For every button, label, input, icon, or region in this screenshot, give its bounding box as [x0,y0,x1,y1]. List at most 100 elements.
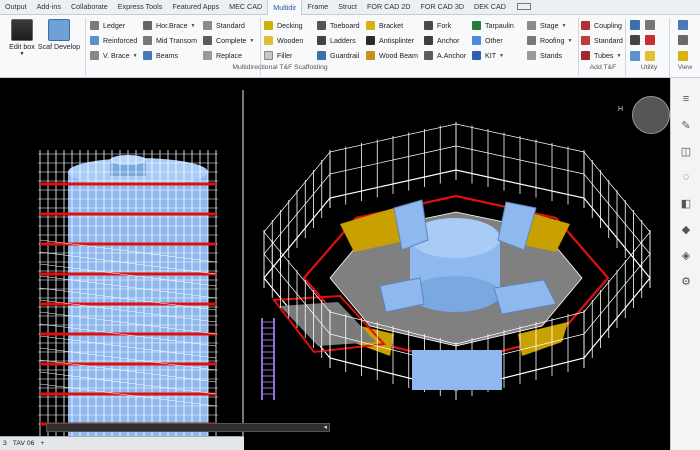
roofing-icon [527,36,536,45]
tab-express-tools[interactable]: Express Tools [113,0,168,14]
move-icon[interactable] [645,20,655,30]
align-icon[interactable] [630,35,640,45]
ribbon-col-decking: Decking Wooden Filler [264,18,303,63]
ledger-button[interactable]: Ledger [90,18,138,33]
settings-icon[interactable]: ⚙ [679,274,693,288]
tab-for-cad-2d[interactable]: FOR CAD 2D [362,0,416,14]
toeboard-button[interactable]: Toeboard [317,18,360,33]
guardrail-button[interactable]: Guardrail [317,48,360,63]
horizontal-scrollbar[interactable]: ◂ [46,423,330,432]
tarpaulin-button[interactable]: Tarpaulin [472,18,514,33]
ribbon-col-fork: Fork Anchor A.Anchor [424,18,466,63]
antisplinter-button[interactable]: Antisplinter [366,33,418,48]
toeboard-icon [317,21,326,30]
standard-icon [203,21,212,30]
beams-button[interactable]: Beams [143,48,197,63]
adjust-icon[interactable]: ≡ [679,92,693,106]
decking-button[interactable]: Decking [264,18,303,33]
tab-mec-cad[interactable]: MEC CAD [224,0,267,14]
kit-button[interactable]: KIT ▼ [472,48,514,63]
beams-icon [143,51,152,60]
tubes-button[interactable]: Tubes ▼ [581,48,623,63]
ribbon-col-coupling: Coupling Standard Tubes ▼ [581,18,623,63]
filler-button[interactable]: Filler [264,48,303,63]
replace-label: Replace [216,51,243,60]
copy-icon[interactable] [630,51,640,61]
tab-add-ins[interactable]: Add-ins [32,0,66,14]
compass-label: H [618,106,624,113]
other-button[interactable]: Other [472,33,514,48]
chevron-down-icon: ▼ [499,52,504,59]
view-cube-icon[interactable] [678,20,688,30]
group-label-add-tf: Add T&F [589,64,617,71]
ribbon-options-icon[interactable] [516,3,531,10]
scaf-develop-icon [48,19,70,41]
fork-button[interactable]: Fork [424,18,466,33]
ribbon-col-horbrace: Hor.Brace ▼ Mid Transom Beams [143,18,197,63]
tab-for-cad-3d[interactable]: FOR CAD 3D [416,0,470,14]
anchor-icon [424,36,433,45]
ledger-label: Ledger [103,21,126,30]
group-separator [85,18,86,76]
viewport-left-3d[interactable] [0,90,242,436]
replace-button[interactable]: Replace [203,48,254,63]
wooden-icon [264,36,273,45]
light-icon[interactable] [678,51,688,61]
window-icon[interactable]: ◫ [679,144,693,158]
a-anchor-button[interactable]: A.Anchor [424,48,466,63]
complete-button[interactable]: Complete ▼ [203,33,254,48]
scaf-develop-button[interactable]: Scaf Develop [36,18,82,51]
wooden-button[interactable]: Wooden [264,33,303,48]
reinforced-icon [90,36,99,45]
delete-icon[interactable] [645,35,655,45]
ribbon-col-standard: Standard Complete ▼ Replace [203,18,254,63]
tarpaulin-label: Tarpaulin [485,21,514,30]
measure-icon[interactable] [645,51,655,61]
tab-featured-apps[interactable]: Featured Apps [167,0,224,14]
pin-icon[interactable]: ◈ [679,248,693,262]
tab-output[interactable]: Output [0,0,32,14]
tubes-icon [581,51,590,60]
mid-transom-button[interactable]: Mid Transom [143,33,197,48]
standard-button[interactable]: Standard [203,18,254,33]
layout-add-icon[interactable]: + [37,440,47,447]
stage-button[interactable]: Stage ▼ [527,18,572,33]
fill-icon[interactable]: ◆ [679,222,693,236]
ribbon-col-tarpaulin: Tarpaulin Other KIT ▼ [472,18,514,63]
viewport-right-3d[interactable] [244,90,670,450]
tab-multidir[interactable]: Multidir [267,0,303,15]
tab-struct[interactable]: Struct [333,0,362,14]
fork-label: Fork [437,21,452,30]
layout-tab-tav06[interactable]: TAV 06 [10,440,38,447]
pen-icon[interactable]: ✎ [679,118,693,132]
viewcube-compass[interactable] [632,96,670,134]
v-brace-button[interactable]: V. Brace ▼ [90,48,138,63]
reinforced-button[interactable]: Reinforced [90,33,138,48]
ladders-button[interactable]: Ladders [317,33,360,48]
chevron-down-icon: ▼ [249,37,255,44]
layout-tab-bar: 3 TAV 06 + [0,436,244,450]
anchor-button[interactable]: Anchor [424,33,466,48]
wood-beam-button[interactable]: Wood Beam [366,48,418,63]
bracket-button[interactable]: Bracket [366,18,418,33]
tab-frame[interactable]: Frame [302,0,333,14]
clip-icon[interactable]: ◌ [679,170,693,184]
mid-transom-label: Mid Transom [156,36,197,45]
scroll-right-arrow-icon[interactable]: ◂ [323,423,327,431]
standard-tf-button[interactable]: Standard [581,33,623,48]
render-icon[interactable] [678,35,688,45]
a-anchor-label: A.Anchor [437,51,467,60]
tab-dek-cad[interactable]: DEK CAD [469,0,511,14]
stands-button[interactable]: Stands [527,48,572,63]
right-tool-palette: ≡ ✎ ◫ ◌ ◧ ◆ ◈ ⚙ [670,78,700,450]
grid-icon[interactable] [630,20,640,30]
tab-collaborate[interactable]: Collaborate [66,0,113,14]
wood-beam-icon [366,51,375,60]
roofing-button[interactable]: Roofing ▼ [527,33,572,48]
layer-icon[interactable]: ◧ [679,196,693,210]
coupling-button[interactable]: Coupling [581,18,623,33]
hor-brace-button[interactable]: Hor.Brace ▼ [143,18,197,33]
chevron-down-icon: ▼ [132,52,138,59]
layout-index: 3 [3,440,7,447]
tarpaulin-icon [472,21,481,30]
